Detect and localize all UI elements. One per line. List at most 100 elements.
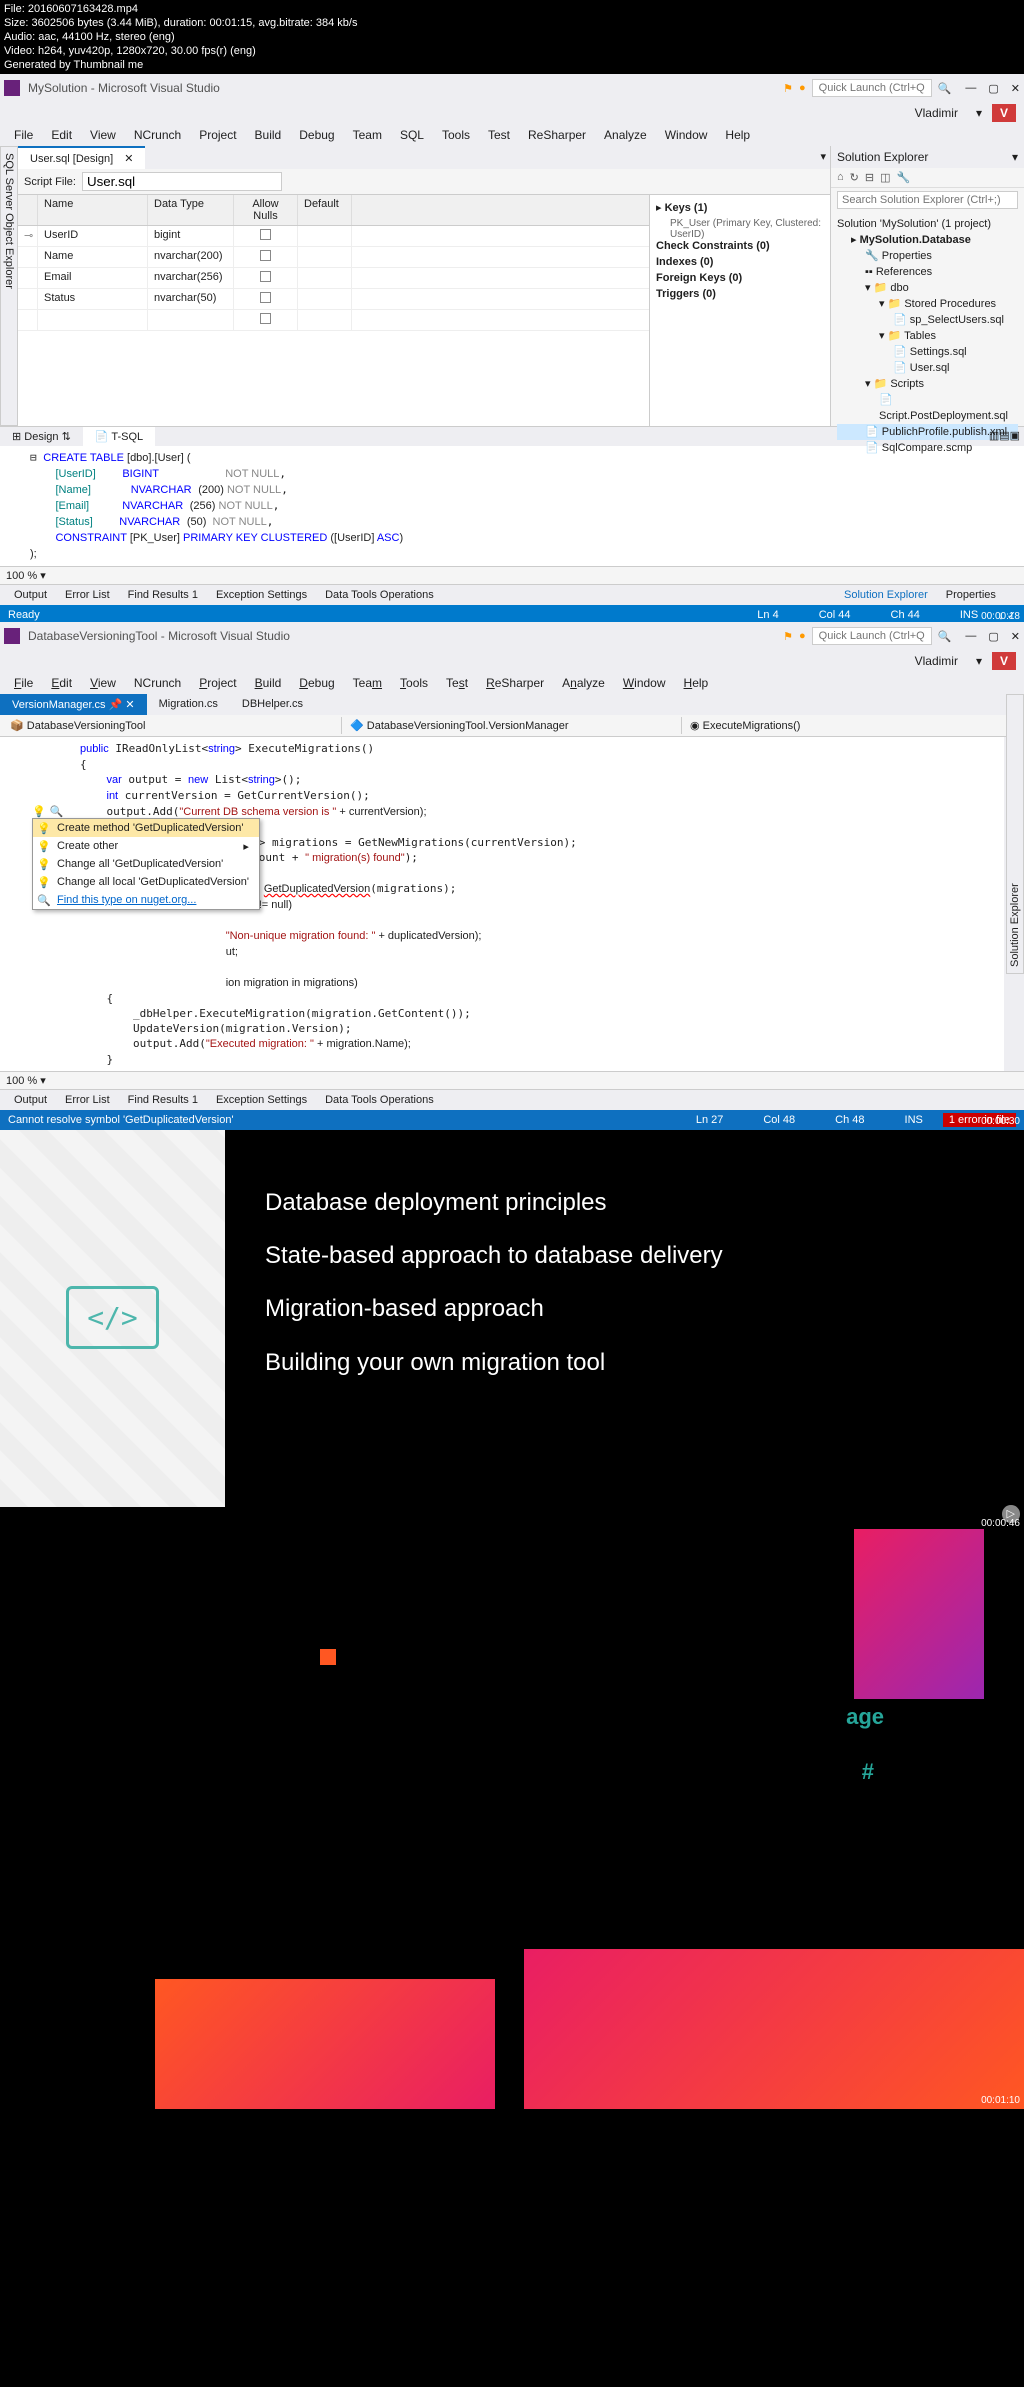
refresh-icon[interactable]: ↻ [850,171,859,184]
menu-help[interactable]: Help [676,674,717,692]
col-default-header[interactable]: Default [298,195,352,225]
menu-file[interactable]: File [6,674,41,692]
crumb-project[interactable]: 📦 DatabaseVersioningTool [2,717,342,734]
menu-build[interactable]: Build [247,126,290,144]
table-file[interactable]: 📄 Settings.sql [837,344,1018,360]
menu-view[interactable]: View [82,126,124,144]
table-row[interactable]: ⊸ UserID bigint [18,226,649,247]
search-small-icon[interactable]: 🔍 [50,805,64,818]
menu-debug[interactable]: Debug [291,674,342,692]
output-tab[interactable]: Output [6,1092,55,1108]
find-results-tab[interactable]: Find Results 1 [120,587,206,603]
keys-label[interactable]: Keys (1) [665,202,708,214]
crumb-method[interactable]: ◉ ExecuteMigrations() [682,717,1022,734]
menu-view[interactable]: View [82,674,124,692]
notification-flag-icon[interactable]: ⚑ [783,630,793,643]
menu-sql[interactable]: SQL [392,126,432,144]
project-node[interactable]: ▸ MySolution.Database [837,232,1018,248]
pk-entry[interactable]: PK_User (Primary Key, Clustered: UserID) [656,218,824,240]
tsql-tab[interactable]: 📄 T-SQL [83,427,155,446]
dbo-node[interactable]: ▾ 📁 dbo [837,280,1018,296]
zoom-level[interactable]: 100 % [6,1075,37,1087]
cell-type[interactable]: nvarchar(50) [148,289,234,309]
cell-type[interactable]: nvarchar(200) [148,247,234,267]
menu-create-other[interactable]: 💡Create other ▸ [33,837,259,855]
data-tools-tab[interactable]: Data Tools Operations [317,587,442,603]
menu-test[interactable]: Test [480,126,518,144]
collapse-icon[interactable]: ⊟ [865,171,874,184]
solution-search-input[interactable] [837,191,1018,209]
table-row[interactable]: Status nvarchar(50) [18,289,649,310]
user-name[interactable]: Vladimir [907,104,966,122]
error-list-tab[interactable]: Error List [57,1092,118,1108]
foreign-keys[interactable]: Foreign Keys (0) [656,272,742,284]
user-name[interactable]: Vladimir [907,652,966,670]
table-row-new[interactable] [18,310,649,331]
solution-explorer-bottom-tab[interactable]: Solution Explorer [836,587,936,603]
file-tab-user-sql[interactable]: User.sql [Design] ✕ [18,146,145,169]
properties-bottom-tab[interactable]: Properties [938,587,1004,603]
indexes[interactable]: Indexes (0) [656,256,713,268]
minimize-button[interactable]: — [965,630,976,643]
quick-launch-input[interactable] [812,79,932,97]
menu-create-method[interactable]: 💡Create method 'GetDuplicatedVersion' [33,819,259,837]
menu-project[interactable]: Project [191,674,244,692]
home-icon[interactable]: ⌂ [837,171,844,184]
menu-tools[interactable]: Tools [434,126,478,144]
maximize-button[interactable]: ▢ [988,82,998,95]
tables-folder[interactable]: ▾ 📁 Tables [837,328,1018,344]
properties-icon[interactable]: 🔧 [897,171,911,184]
close-button[interactable]: ✕ [1011,82,1020,95]
triggers[interactable]: Triggers (0) [656,288,716,300]
script-file[interactable]: 📄 Script.PostDeployment.sql [837,392,1018,424]
sql-editor[interactable]: ⊟ CREATE TABLE [dbo].[User] ( [UserID] B… [0,446,1024,566]
col-name-header[interactable]: Name [38,195,148,225]
quick-launch-input[interactable] [812,627,932,645]
menu-window[interactable]: Window [615,674,674,692]
tab-dropdown-icon[interactable]: ▾ [816,146,830,169]
minimize-button[interactable]: — [965,82,976,95]
menu-team[interactable]: Team [345,126,390,144]
table-row[interactable]: Name nvarchar(200) [18,247,649,268]
cell-nulls[interactable] [234,226,298,246]
menu-change-local[interactable]: 💡Change all local 'GetDuplicatedVersion' [33,873,259,891]
menu-ncrunch[interactable]: NCrunch [126,674,189,692]
search-icon[interactable]: 🔍 [938,630,952,643]
close-tab-icon[interactable]: ✕ [124,153,133,165]
design-tab[interactable]: ⊞ Design ⇅ [0,427,83,446]
file-tab-migration[interactable]: Migration.cs [147,694,230,715]
script-file-input[interactable] [82,172,282,191]
menu-edit[interactable]: Edit [43,126,80,144]
user-dropdown-icon[interactable]: ▾ [968,652,990,670]
menu-resharper[interactable]: ReSharper [520,126,594,144]
menu-analyze[interactable]: Analyze [554,674,613,692]
cell-name[interactable]: Name [38,247,148,267]
cell-name[interactable]: Status [38,289,148,309]
cell-default[interactable] [298,226,352,246]
properties-node[interactable]: 🔧 Properties [837,248,1018,264]
menu-window[interactable]: Window [657,126,716,144]
menu-team[interactable]: Team [345,674,390,692]
user-dropdown-icon[interactable]: ▾ [968,104,990,122]
sql-server-object-explorer-tab[interactable]: SQL Server Object Explorer [0,146,18,426]
sp-file[interactable]: 📄 sp_SelectUsers.sql [837,312,1018,328]
error-list-tab[interactable]: Error List [57,587,118,603]
file-tab-dbhelper[interactable]: DBHelper.cs [230,694,315,715]
menu-tools[interactable]: Tools [392,674,436,692]
cell-type[interactable]: nvarchar(256) [148,268,234,288]
lightbulb-icon[interactable]: 💡 [32,805,46,818]
solution-node[interactable]: Solution 'MySolution' (1 project) [837,216,1018,232]
menu-edit[interactable]: Edit [43,674,80,692]
exception-settings-tab[interactable]: Exception Settings [208,1092,315,1108]
table-row[interactable]: Email nvarchar(256) [18,268,649,289]
cell-name[interactable]: Email [38,268,148,288]
user-badge[interactable]: V [992,104,1016,122]
scripts-folder[interactable]: ▾ 📁 Scripts [837,376,1018,392]
menu-resharper[interactable]: ReSharper [478,674,552,692]
cell-name[interactable]: UserID [38,226,148,246]
menu-debug[interactable]: Debug [291,126,342,144]
cell-type[interactable]: bigint [148,226,234,246]
user-badge[interactable]: V [992,652,1016,670]
sync-icon[interactable]: ● [799,82,806,94]
zoom-level[interactable]: 100 % [6,570,37,582]
